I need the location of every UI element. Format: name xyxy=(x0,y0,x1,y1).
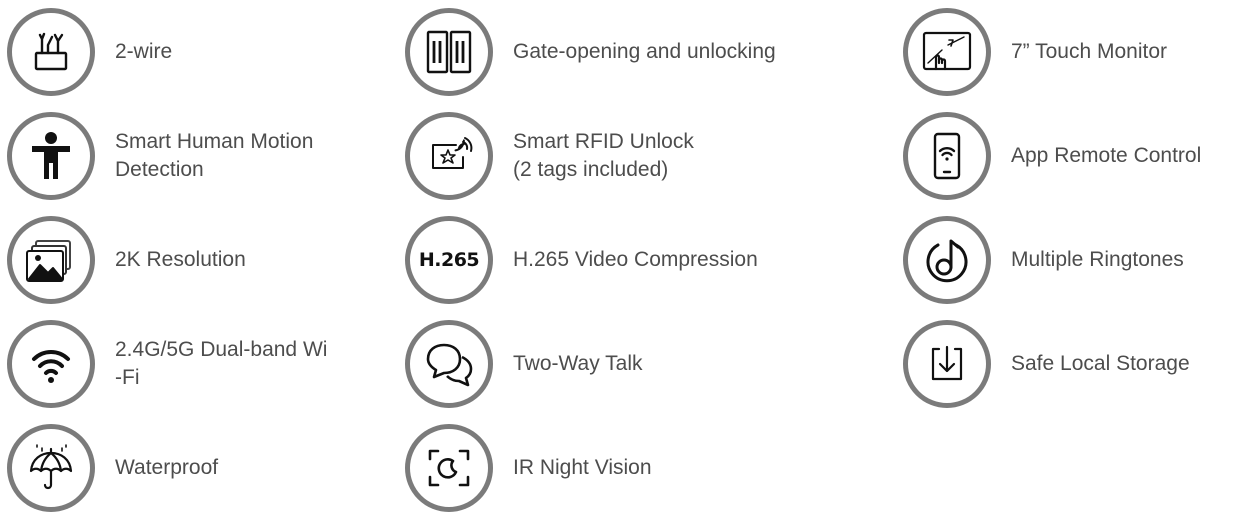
feature-night-vision: IR Night Vision xyxy=(405,424,652,512)
feature-label: Smart Human Motion Detection xyxy=(115,130,314,181)
phone-wifi-icon xyxy=(903,112,991,200)
feature-label: H.265 Video Compression xyxy=(513,248,758,271)
image-stack-icon xyxy=(7,216,95,304)
feature-label: 2K Resolution xyxy=(115,248,246,271)
feature-touch-monitor: 7” Touch Monitor xyxy=(903,8,1167,96)
feature-waterproof: Waterproof xyxy=(7,424,218,512)
wifi-icon xyxy=(7,320,95,408)
feature-wifi: 2.4G/5G Dual-band Wi -Fi xyxy=(7,320,327,408)
touch-monitor-icon xyxy=(903,8,991,96)
feature-rfid-unlock: Smart RFID Unlock (2 tags included) xyxy=(405,112,694,200)
feature-label: Gate-opening and unlocking xyxy=(513,40,776,63)
gate-icon xyxy=(405,8,493,96)
music-note-icon xyxy=(903,216,991,304)
feature-storage: Safe Local Storage xyxy=(903,320,1190,408)
umbrella-rain-icon xyxy=(7,424,95,512)
h265-icon: H.265 xyxy=(405,216,493,304)
feature-ringtones: Multiple Ringtones xyxy=(903,216,1184,304)
feature-label: 2-wire xyxy=(115,40,173,63)
h265-icon-text: H.265 xyxy=(418,249,480,271)
feature-label: IR Night Vision xyxy=(513,456,652,479)
feature-motion-detection: Smart Human Motion Detection xyxy=(7,112,313,200)
feature-two-wire: 2-wire xyxy=(7,8,172,96)
feature-two-way-talk: Two-Way Talk xyxy=(405,320,643,408)
feature-gate-opening: Gate-opening and unlocking xyxy=(405,8,776,96)
feature-label: 2.4G/5G Dual-band Wi -Fi xyxy=(115,338,328,389)
feature-label: 7” Touch Monitor xyxy=(1011,40,1168,63)
human-figure-icon xyxy=(7,112,95,200)
feature-label: Smart RFID Unlock (2 tags included) xyxy=(513,130,694,181)
speech-bubbles-icon xyxy=(405,320,493,408)
feature-label: Waterproof xyxy=(115,456,219,479)
feature-app-remote: App Remote Control xyxy=(903,112,1201,200)
feature-label: Multiple Ringtones xyxy=(1011,248,1184,271)
feature-resolution: 2K Resolution xyxy=(7,216,246,304)
feature-label: App Remote Control xyxy=(1011,144,1202,167)
feature-label: Safe Local Storage xyxy=(1011,352,1190,375)
night-vision-icon xyxy=(405,424,493,512)
rfid-card-icon xyxy=(405,112,493,200)
feature-h265: H.265 H.265 Video Compression xyxy=(405,216,758,304)
feature-label: Two-Way Talk xyxy=(513,352,643,375)
download-storage-icon xyxy=(903,320,991,408)
two-wire-connector-icon xyxy=(7,8,95,96)
